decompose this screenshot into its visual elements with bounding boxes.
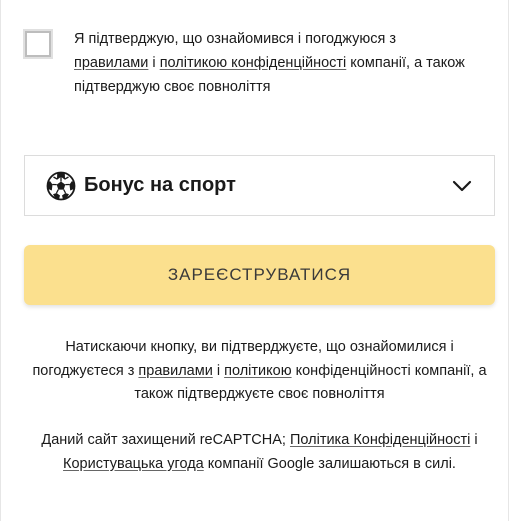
agreement-text-1: Я підтверджую, що ознайомився і погоджую… (74, 31, 397, 47)
consent-rules-link[interactable]: правилами (138, 363, 212, 379)
recaptcha-text-1: Даний сайт захищений reCAPTCHA; (41, 432, 286, 448)
consent-policy-link[interactable]: політикою (224, 363, 291, 379)
chevron-down-icon (452, 180, 472, 191)
agreement-text: Я підтверджую, що ознайомився і погоджую… (74, 27, 474, 99)
google-privacy-link[interactable]: Політика Конфіденційності (290, 432, 470, 448)
soccer-ball-icon (46, 171, 76, 200)
bonus-select[interactable]: Бонус на спорт (24, 155, 495, 216)
agreement-and: і (152, 55, 156, 71)
recaptcha-and: і (474, 432, 478, 448)
consent-notice: Натискаючи кнопку, ви підтверджуєте, що … (24, 336, 495, 407)
consent-and: і (216, 362, 221, 379)
agreement-checkbox[interactable] (23, 29, 53, 59)
privacy-policy-link[interactable]: політикою конфіденційності (160, 55, 347, 71)
google-terms-link[interactable]: Користувацька угода (63, 456, 204, 472)
recaptcha-notice: Даний сайт захищений reCAPTCHA; Політика… (24, 429, 495, 476)
agreement-row: Я підтверджую, що ознайомився і погоджую… (23, 27, 474, 99)
register-button[interactable]: ЗАРЕЄСТРУВАТИСЯ (24, 245, 495, 305)
left-border (0, 0, 1, 521)
recaptcha-text-2: компанії Google залишаються в силі. (207, 455, 456, 472)
bonus-select-value: Бонус на спорт (84, 174, 236, 196)
rules-link[interactable]: правилами (74, 55, 148, 71)
